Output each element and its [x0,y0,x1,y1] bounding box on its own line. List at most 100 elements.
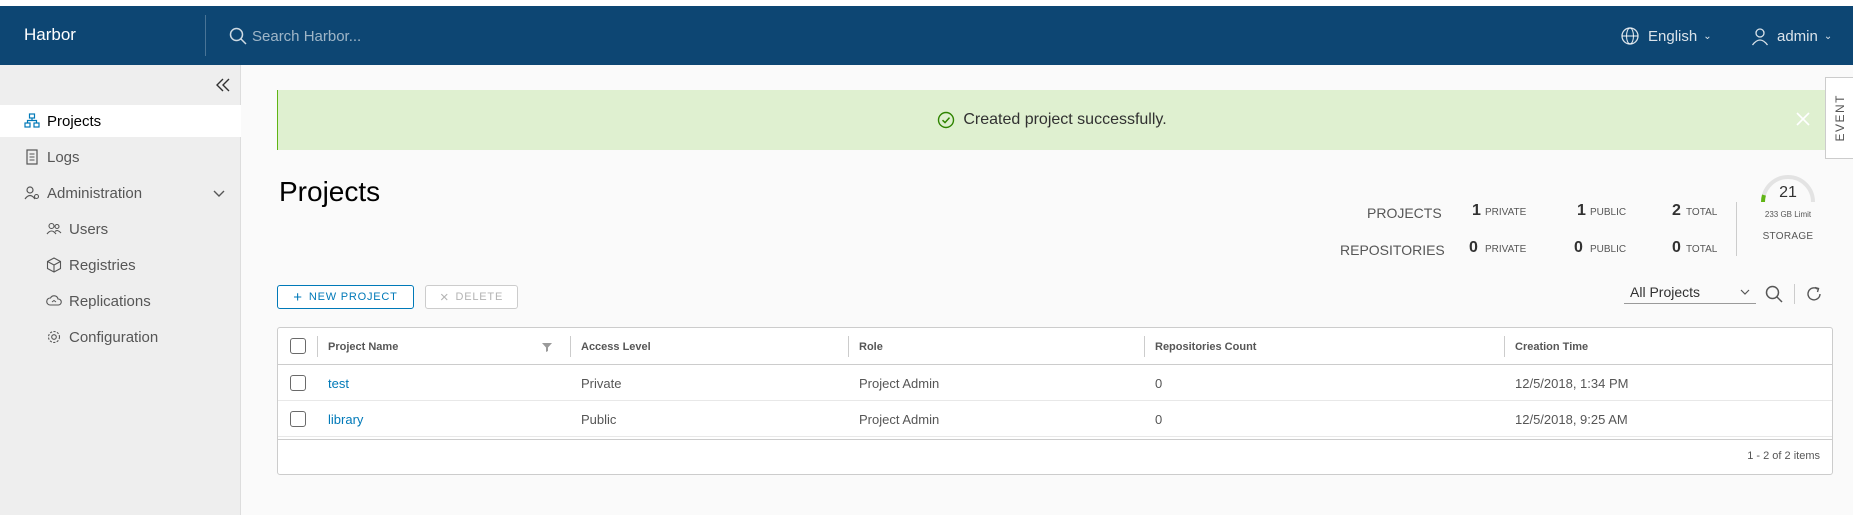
storage-value: 21 [1779,184,1797,201]
table-footer: 1 - 2 of 2 items [278,439,1832,475]
table-row[interactable]: library Public Project Admin 0 12/5/2018… [278,401,1832,437]
table-header: Project Name Access Level Role Repositor… [278,328,1832,365]
event-tab[interactable]: EVENT [1825,77,1853,159]
sidebar-item-logs[interactable]: Logs [0,141,241,173]
column-header-role[interactable]: Role [859,328,883,365]
row-checkbox[interactable] [290,375,306,391]
sidebar-item-label: Replications [69,292,151,310]
language-label: English [1648,27,1698,45]
column-separator [1144,336,1145,357]
chevron-down-icon: ⌄ [1823,30,1833,42]
sidebar-item-label: Registries [69,256,136,274]
user-icon [1751,28,1769,46]
sidebar-item-replications[interactable]: Replications [0,285,241,317]
header-bar: Harbor English ⌄ admin ⌄ [0,6,1853,65]
sidebar-item-label: Administration [47,184,143,202]
alert-message: Created project successfully. [963,111,1167,128]
creation-time-cell: 12/5/2018, 9:25 AM [1515,411,1628,427]
refresh-icon[interactable] [1804,284,1824,304]
chevron-down-icon: ⌄ [1703,30,1712,42]
private-label: PRIVATE [1485,207,1527,218]
project-name-link[interactable]: library [328,412,363,427]
close-icon: × [439,288,450,306]
column-separator [317,336,318,357]
storage-limit: 233 GB Limit [1764,210,1812,219]
sidebar-item-label: Configuration [69,328,159,346]
success-check-icon [938,111,955,129]
sidebar-item-label: Projects [47,112,102,130]
projects-icon [24,113,40,128]
sidebar-item-configuration[interactable]: Configuration [0,321,241,353]
role-cell: Project Admin [859,375,940,391]
role-cell: Project Admin [859,411,940,427]
access-level-cell: Private [581,375,622,391]
repositories-count-cell: 0 [1155,411,1163,427]
page-title: Projects [279,176,381,207]
column-header-access-level[interactable]: Access Level [581,328,651,365]
user-menu[interactable]: admin ⌄ [1750,25,1832,47]
select-all-checkbox[interactable] [290,338,306,354]
projects-total-count: 2 [1672,202,1681,219]
repositories-public-count: 0 [1574,239,1583,256]
chevron-down-icon [1740,289,1750,295]
project-name-link[interactable]: test [328,376,349,391]
column-separator [848,336,849,357]
search-icon[interactable] [1764,284,1784,304]
pagination-info: 1 - 2 of 2 items [1747,450,1820,462]
private-label: PRIVATE [1485,244,1527,255]
globe-icon [1621,27,1639,45]
replications-icon [46,295,62,306]
search-input[interactable] [252,26,652,46]
stats-projects-label: PROJECTS [1367,205,1442,221]
storage-label: STORAGE [1762,231,1814,242]
column-header-project-name[interactable]: Project Name [328,328,398,365]
sidebar-item-registries[interactable]: Registries [0,249,241,281]
sidebar-item-projects[interactable]: Projects [0,105,241,137]
total-label: TOTAL [1686,207,1718,218]
public-label: PUBLIC [1590,207,1627,218]
configuration-icon [47,330,61,344]
projects-public-count: 1 [1577,202,1586,219]
search-icon [229,27,247,45]
administration-icon [24,186,40,200]
sidebar-item-label: Users [69,220,109,238]
filter-icon[interactable] [541,341,553,353]
row-checkbox[interactable] [290,411,306,427]
stats-divider [1736,202,1737,256]
repositories-private-count: 0 [1469,239,1478,256]
collapse-sidebar-icon[interactable] [213,75,233,95]
filter-value: All Projects [1630,284,1701,300]
toolbar-divider [1794,284,1795,304]
registries-icon [46,257,62,273]
column-header-repositories-count[interactable]: Repositories Count [1155,328,1256,365]
column-header-creation-time[interactable]: Creation Time [1515,328,1588,365]
sidebar-item-users[interactable]: Users [0,213,241,245]
creation-time-cell: 12/5/2018, 1:34 PM [1515,375,1629,391]
chevron-down-icon [213,190,225,197]
plus-icon: + [293,288,303,306]
logs-icon [26,149,38,165]
column-separator [570,336,571,357]
sidebar: Projects Logs Administration Users Regis… [0,65,241,515]
new-project-label: NEW PROJECT [308,291,398,303]
total-label: TOTAL [1686,244,1718,255]
delete-button[interactable]: × DELETE [425,285,518,309]
repositories-count-cell: 0 [1155,375,1163,391]
sidebar-item-administration[interactable]: Administration [0,177,241,209]
language-dropdown[interactable]: English ⌄ [1620,25,1712,47]
projects-private-count: 1 [1472,202,1481,219]
close-icon[interactable] [1794,110,1812,128]
table-row[interactable]: test Private Project Admin 0 12/5/2018, … [278,365,1832,401]
access-level-cell: Public [581,411,617,427]
repositories-total-count: 0 [1672,239,1681,256]
stats-repositories-label: REPOSITORIES [1340,242,1445,258]
new-project-button[interactable]: + NEW PROJECT [277,285,414,309]
delete-label: DELETE [455,291,504,303]
project-filter-select[interactable]: All Projects [1624,282,1756,304]
user-name: admin [1777,27,1818,45]
column-separator [1504,336,1505,357]
brand-logo[interactable]: Harbor [24,25,76,45]
header-divider [205,15,206,56]
success-alert: Created project successfully. [277,90,1826,150]
users-icon [46,222,62,235]
